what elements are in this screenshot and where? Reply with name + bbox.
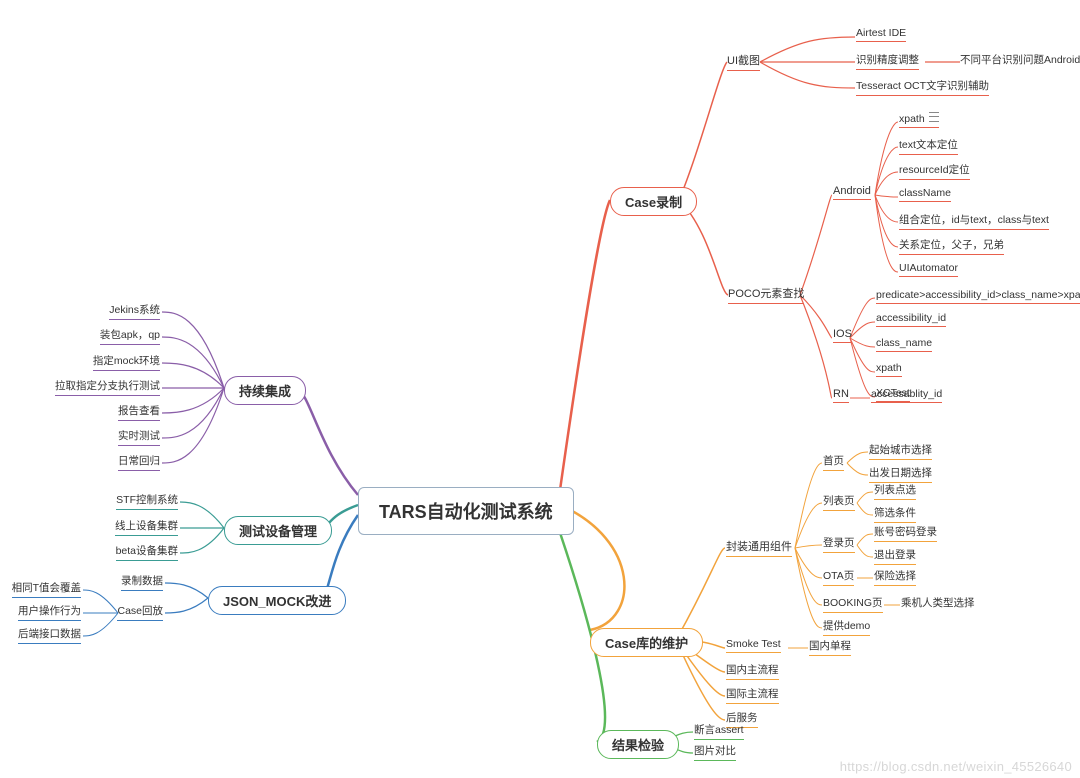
- root-node[interactable]: TARS自动化测试系统: [358, 487, 574, 535]
- result-assert[interactable]: 断言assert: [694, 722, 744, 740]
- poco-ios[interactable]: IOS: [833, 328, 852, 343]
- android-combo[interactable]: 组合定位，id与text，class与text: [899, 212, 1049, 230]
- result-imgdiff[interactable]: 图片对比: [694, 743, 736, 761]
- branch-ci[interactable]: 持续集成: [224, 376, 306, 405]
- flow-domestic[interactable]: 国内主流程: [726, 662, 779, 680]
- login-out[interactable]: 退出登录: [874, 547, 916, 565]
- note-icon: [929, 112, 939, 122]
- common-demo[interactable]: 提供demo: [823, 618, 870, 636]
- ci-daily[interactable]: 日常回归: [118, 453, 160, 471]
- poco-rn[interactable]: RN: [833, 388, 849, 403]
- page-booking[interactable]: BOOKING页: [823, 595, 883, 613]
- branch-case-record[interactable]: Case录制: [610, 187, 697, 216]
- android-classname[interactable]: className: [899, 187, 951, 202]
- ci-jenkins[interactable]: Jekins系统: [109, 302, 160, 320]
- branch-case-lib[interactable]: Case库的维护: [590, 628, 703, 657]
- smoke-domestic[interactable]: 国内单程: [809, 638, 851, 656]
- watermark: https://blog.csdn.net/weixin_45526640: [840, 759, 1072, 774]
- ios-accid[interactable]: accessibility_id: [876, 312, 946, 327]
- page-list[interactable]: 列表页: [823, 493, 855, 511]
- android-uiauto[interactable]: UIAutomator: [899, 262, 958, 277]
- ios-classname[interactable]: class_name: [876, 337, 932, 352]
- device-stf[interactable]: STF控制系统: [116, 492, 178, 510]
- ios-order[interactable]: predicate>accessibility_id>class_name>xp…: [876, 288, 1080, 304]
- ci-pack[interactable]: 装包apk，qp: [100, 327, 160, 345]
- smoke-test[interactable]: Smoke Test: [726, 638, 781, 653]
- ci-branchtest[interactable]: 拉取指定分支执行测试: [55, 378, 160, 396]
- json-playback[interactable]: Case回放: [117, 603, 163, 621]
- playback-userops[interactable]: 用户操作行为: [18, 603, 81, 621]
- page-home[interactable]: 首页: [823, 453, 844, 471]
- playback-tval[interactable]: 相同T值会覆盖: [12, 580, 81, 598]
- flow-intl[interactable]: 国际主流程: [726, 686, 779, 704]
- android-text[interactable]: text文本定位: [899, 137, 958, 155]
- poco-find[interactable]: POCO元素查找: [728, 285, 804, 304]
- home-date[interactable]: 出发日期选择: [869, 465, 932, 483]
- ios-xpath[interactable]: xpath: [876, 362, 902, 377]
- common-components[interactable]: 封装通用组件: [726, 538, 792, 557]
- json-record[interactable]: 录制数据: [121, 573, 163, 591]
- tesseract[interactable]: Tesseract OCT文字识别辅助: [856, 78, 989, 96]
- device-beta[interactable]: beta设备集群: [116, 543, 178, 561]
- device-online[interactable]: 线上设备集群: [115, 518, 178, 536]
- login-pwd[interactable]: 账号密码登录: [874, 524, 937, 542]
- list-filter[interactable]: 筛选条件: [874, 505, 916, 523]
- page-ota[interactable]: OTA页: [823, 568, 854, 586]
- branch-json-mock[interactable]: JSON_MOCK改进: [208, 586, 346, 615]
- airtest-ide[interactable]: Airtest IDE: [856, 27, 906, 42]
- poco-android[interactable]: Android: [833, 185, 871, 200]
- precision-adjust[interactable]: 识别精度调整: [856, 52, 919, 70]
- android-rel[interactable]: 关系定位，父子，兄弟: [899, 237, 1004, 255]
- home-city[interactable]: 起始城市选择: [869, 442, 932, 460]
- android-resid[interactable]: resourceId定位: [899, 162, 970, 180]
- ci-report[interactable]: 报告查看: [118, 403, 160, 421]
- playback-backend[interactable]: 后端接口数据: [18, 626, 81, 644]
- ci-mockenv[interactable]: 指定mock环境: [93, 353, 160, 371]
- branch-result[interactable]: 结果检验: [597, 730, 679, 759]
- ui-screenshot[interactable]: UI截图: [727, 52, 760, 71]
- android-xpath[interactable]: xpath: [899, 112, 939, 128]
- rn-accid[interactable]: accessablity_id: [871, 388, 942, 403]
- page-login[interactable]: 登录页: [823, 535, 855, 553]
- ota-insurance[interactable]: 保险选择: [874, 568, 916, 586]
- booking-passenger: 乘机人类型选择: [901, 595, 975, 612]
- branch-device[interactable]: 测试设备管理: [224, 516, 332, 545]
- list-select[interactable]: 列表点选: [874, 482, 916, 500]
- precision-note: 不同平台识别问题Android，ios不通用: [960, 52, 1080, 69]
- ci-live[interactable]: 实时测试: [118, 428, 160, 446]
